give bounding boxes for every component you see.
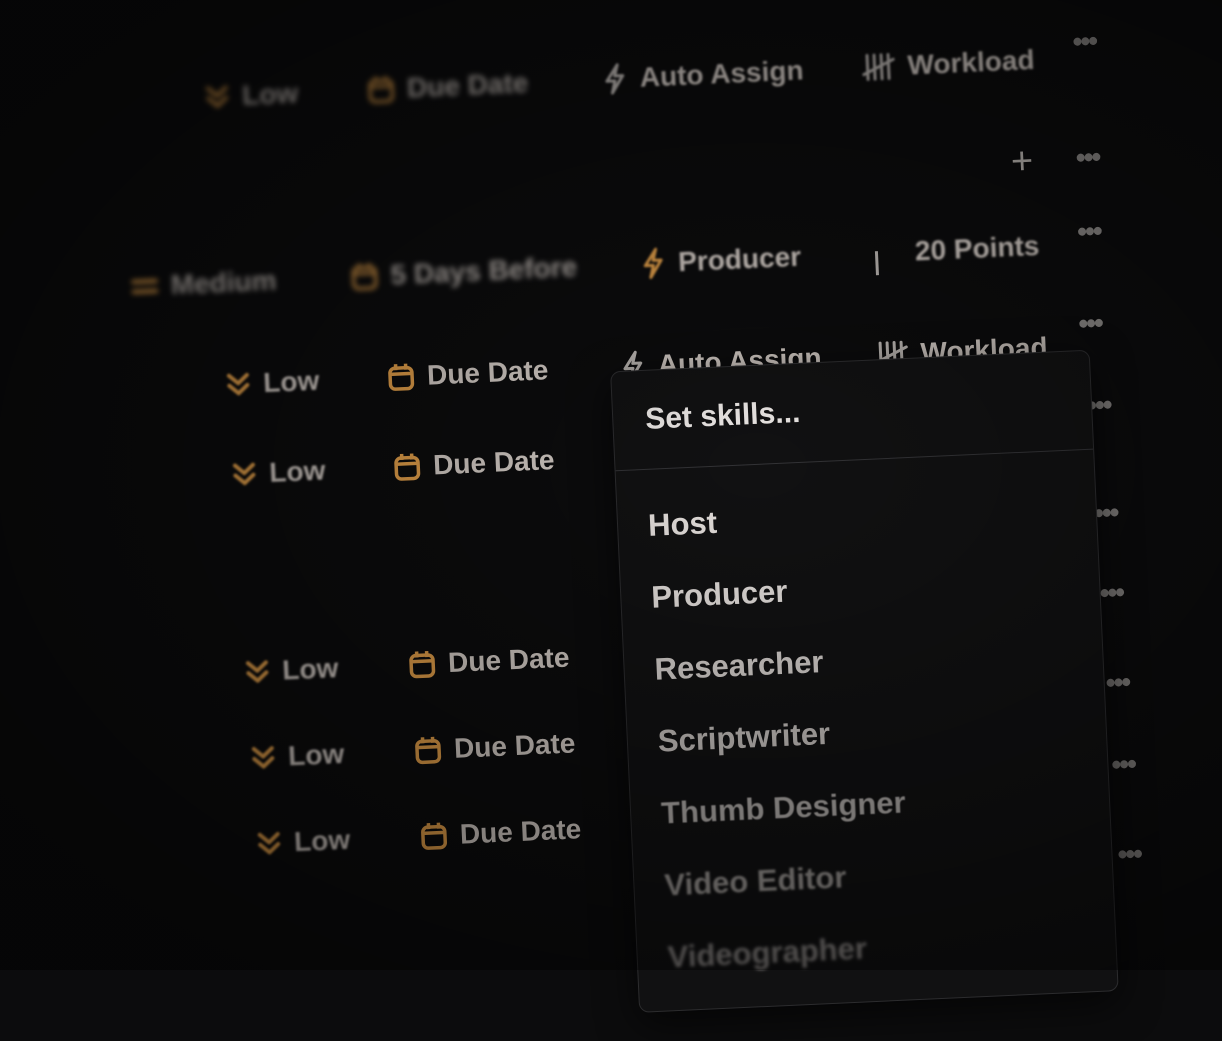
- skills-dropdown: Host Producer Researcher Scriptwriter Th…: [610, 349, 1119, 1013]
- due-date-cell[interactable]: Due Date: [413, 727, 576, 766]
- assign-label: Auto Assign: [639, 54, 805, 93]
- workload-cell[interactable]: Workload: [861, 44, 1035, 84]
- points-divider: [874, 251, 879, 276]
- priority-label: Low: [268, 454, 326, 488]
- more-horizontal-icon: •••: [1116, 837, 1142, 870]
- more-horizontal-icon: •••: [1098, 576, 1124, 609]
- due-date-label: Due Date: [447, 641, 571, 679]
- due-date-cell[interactable]: Due Date: [366, 67, 529, 106]
- priority-label: Low: [293, 823, 351, 858]
- calendar-icon: [368, 76, 395, 104]
- priority-cell[interactable]: Medium: [130, 264, 277, 303]
- chevrons-down-icon: [232, 462, 256, 486]
- lightning-icon: [643, 247, 663, 279]
- more-button[interactable]: •••: [1111, 748, 1136, 781]
- calendar-icon: [415, 736, 442, 765]
- due-date-cell[interactable]: Due Date: [392, 444, 555, 483]
- priority-cell[interactable]: Low: [225, 365, 320, 401]
- skills-option-list: Host Producer Researcher Scriptwriter Th…: [616, 450, 1117, 995]
- chevrons-down-icon: [251, 746, 275, 769]
- chevrons-down-icon: [226, 372, 250, 396]
- due-date-cell[interactable]: Due Date: [386, 354, 549, 393]
- more-horizontal-icon: •••: [1105, 666, 1130, 699]
- due-date-cell[interactable]: Due Date: [407, 642, 570, 681]
- due-date-label: Due Date: [459, 813, 582, 850]
- due-date-cell[interactable]: 5 Days Before: [350, 251, 578, 293]
- more-horizontal-icon: •••: [1076, 215, 1102, 248]
- assign-label: Producer: [677, 240, 802, 278]
- points-cell[interactable]: 20 Points: [914, 230, 1040, 268]
- task-table: Low Due Date Auto Assign Workload ••• + …: [0, 0, 1222, 1013]
- assign-cell[interactable]: Auto Assign: [601, 54, 804, 95]
- calendar-icon: [421, 822, 448, 850]
- more-horizontal-icon: •••: [1075, 141, 1100, 174]
- tally-icon: [862, 52, 895, 81]
- more-button[interactable]: •••: [1117, 838, 1142, 871]
- more-button[interactable]: •••: [1105, 666, 1130, 699]
- priority-cell[interactable]: Low: [244, 652, 339, 688]
- more-horizontal-icon: •••: [1077, 307, 1103, 340]
- workload-label: Workload: [906, 43, 1036, 81]
- due-date-label: Due Date: [453, 727, 576, 764]
- due-date-label: Due Date: [432, 444, 556, 481]
- priority-label: Low: [287, 737, 345, 772]
- more-button[interactable]: •••: [1077, 215, 1102, 248]
- calendar-icon: [388, 363, 415, 391]
- due-date-label: Due Date: [426, 354, 550, 391]
- due-date-label: 5 Days Before: [389, 250, 578, 291]
- priority-label: Low: [281, 652, 339, 686]
- lightning-icon: [605, 63, 625, 95]
- more-horizontal-icon: •••: [1071, 25, 1097, 58]
- more-button[interactable]: •••: [1072, 25, 1097, 58]
- more-button[interactable]: •••: [1099, 576, 1124, 609]
- more-button[interactable]: •••: [1078, 307, 1103, 340]
- due-date-cell[interactable]: Due Date: [419, 813, 582, 852]
- priority-cell[interactable]: Low: [204, 77, 299, 113]
- priority-label: Low: [241, 77, 299, 111]
- priority-cell[interactable]: Low: [231, 454, 326, 490]
- priority-label: Medium: [169, 264, 278, 301]
- calendar-icon: [394, 453, 421, 481]
- priority-label: Low: [262, 364, 320, 399]
- calendar-icon: [409, 650, 436, 679]
- equals-icon: [131, 278, 159, 295]
- priority-cell[interactable]: Low: [255, 823, 351, 860]
- points-label: 20 Points: [914, 229, 1040, 267]
- assign-cell[interactable]: Producer: [640, 241, 802, 280]
- due-date-label: Due Date: [406, 66, 529, 104]
- more-button[interactable]: •••: [1075, 141, 1100, 174]
- add-button[interactable]: +: [1010, 140, 1034, 184]
- chevrons-down-icon: [205, 85, 229, 108]
- plus-icon: +: [1010, 140, 1035, 184]
- priority-cell[interactable]: Low: [250, 738, 345, 774]
- calendar-icon: [351, 263, 378, 291]
- skills-search-input[interactable]: [642, 383, 1048, 438]
- chevrons-down-icon: [257, 831, 281, 855]
- more-horizontal-icon: •••: [1110, 748, 1136, 781]
- chevrons-down-icon: [245, 660, 269, 683]
